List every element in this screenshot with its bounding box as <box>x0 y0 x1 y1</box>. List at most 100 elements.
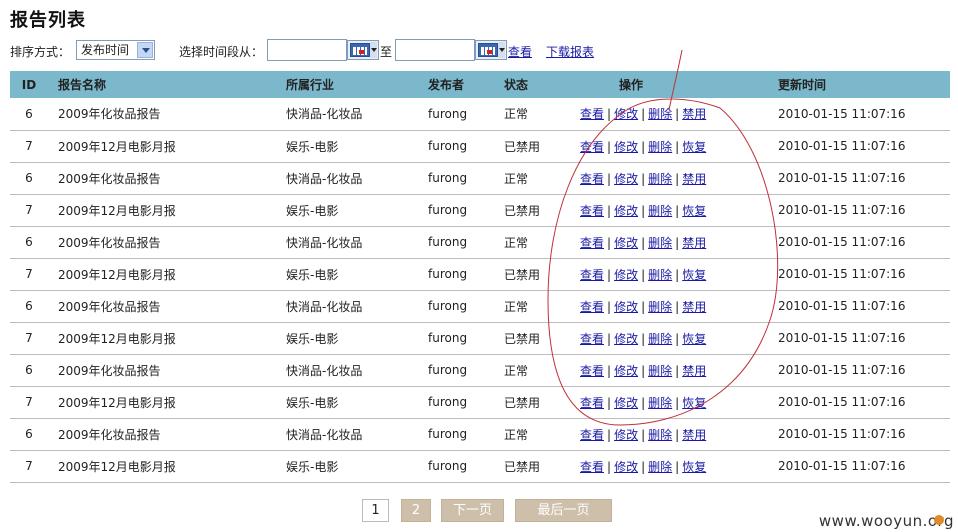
toggle-action-link[interactable]: 禁用 <box>682 236 706 250</box>
cell-status: 正常 <box>504 290 560 323</box>
cell-publisher: furong <box>428 98 504 131</box>
delete-action-link[interactable]: 删除 <box>648 172 672 186</box>
cell-status: 已禁用 <box>504 450 560 483</box>
edit-action-link[interactable]: 修改 <box>614 236 638 250</box>
edit-action-link[interactable]: 修改 <box>614 268 638 282</box>
delete-action-link[interactable]: 删除 <box>648 300 672 314</box>
toggle-action-link[interactable]: 恢复 <box>682 204 706 218</box>
view-action-link[interactable]: 查看 <box>580 396 604 410</box>
view-action-link[interactable]: 查看 <box>580 268 604 282</box>
next-page-button[interactable]: 下一页 <box>441 499 504 522</box>
pagination: 1 2 下一页 最后一页 <box>0 499 958 523</box>
cell-actions: 查看 | 修改 | 删除 | 禁用 <box>560 290 764 323</box>
cell-industry: 快消品-化妆品 <box>286 162 428 195</box>
cell-updated: 2010-01-15 11:07:16 <box>764 290 950 323</box>
date-to-input[interactable] <box>395 39 475 61</box>
view-action-link[interactable]: 查看 <box>580 172 604 186</box>
edit-action-link[interactable]: 修改 <box>614 107 638 121</box>
cell-name: 2009年12月电影月报 <box>48 130 286 163</box>
table-header-row: ID 报告名称 所属行业 发布者 状态 操作 更新时间 <box>10 71 950 98</box>
view-action-link[interactable]: 查看 <box>580 107 604 121</box>
cell-name: 2009年化妆品报告 <box>48 418 286 451</box>
table-row: 7 2009年12月电影月报 娱乐-电影 furong 已禁用 查看 | 修改 | 删除 | 恢复 20… <box>10 258 950 291</box>
cell-actions: 查看 | 修改 | 删除 | 恢复 <box>560 386 764 419</box>
view-link[interactable]: 查看 <box>508 43 532 60</box>
view-action-link[interactable]: 查看 <box>580 300 604 314</box>
page-title: 报告列表 <box>10 10 86 31</box>
report-table: ID 报告名称 所属行业 发布者 状态 操作 更新时间 6 2009年化妆品报告快… <box>10 71 950 483</box>
date-to-calendar-button[interactable] <box>475 40 507 60</box>
toggle-action-link[interactable]: 恢复 <box>682 140 706 154</box>
edit-action-link[interactable]: 修改 <box>614 332 638 346</box>
delete-action-link[interactable]: 删除 <box>648 204 672 218</box>
toggle-action-link[interactable]: 禁用 <box>682 172 706 186</box>
table-row: 6 2009年化妆品报告 快消品-化妆品 furong 正常 查看 | 修改 | 删除 | 禁用 201… <box>10 290 950 323</box>
view-action-link[interactable]: 查看 <box>580 236 604 250</box>
toggle-action-link[interactable]: 禁用 <box>682 107 706 121</box>
delete-action-link[interactable]: 删除 <box>648 236 672 250</box>
cell-name: 2009年化妆品报告 <box>48 98 286 131</box>
action-separator: | <box>641 331 646 346</box>
cell-actions: 查看 | 修改 | 删除 | 恢复 <box>560 450 764 483</box>
view-action-link[interactable]: 查看 <box>580 428 604 442</box>
cell-name: 2009年12月电影月报 <box>48 322 286 355</box>
edit-action-link[interactable]: 修改 <box>614 460 638 474</box>
delete-action-link[interactable]: 删除 <box>648 268 672 282</box>
cell-name: 2009年12月电影月报 <box>48 450 286 483</box>
toggle-action-link[interactable]: 恢复 <box>682 460 706 474</box>
toggle-action-link[interactable]: 禁用 <box>682 300 706 314</box>
toggle-action-link[interactable]: 禁用 <box>682 364 706 378</box>
delete-action-link[interactable]: 删除 <box>648 364 672 378</box>
view-action-link[interactable]: 查看 <box>580 332 604 346</box>
table-row: 6 2009年化妆品报告 快消品-化妆品 furong 正常 查看 | 修改 | 删除 | 禁用 201… <box>10 418 950 451</box>
download-report-link[interactable]: 下载报表 <box>546 43 594 60</box>
cell-publisher: furong <box>428 226 504 259</box>
delete-action-link[interactable]: 删除 <box>648 396 672 410</box>
view-action-link[interactable]: 查看 <box>580 364 604 378</box>
delete-action-link[interactable]: 删除 <box>648 460 672 474</box>
action-separator: | <box>641 267 646 282</box>
delete-action-link[interactable]: 删除 <box>648 140 672 154</box>
edit-action-link[interactable]: 修改 <box>614 396 638 410</box>
edit-action-link[interactable]: 修改 <box>614 364 638 378</box>
date-from-calendar-button[interactable] <box>347 40 379 60</box>
edit-action-link[interactable]: 修改 <box>614 172 638 186</box>
edit-action-link[interactable]: 修改 <box>614 300 638 314</box>
cell-name: 2009年12月电影月报 <box>48 194 286 227</box>
action-separator: | <box>675 427 680 442</box>
last-page-button[interactable]: 最后一页 <box>515 499 612 522</box>
cell-name: 2009年12月电影月报 <box>48 386 286 419</box>
cell-id: 7 <box>10 130 48 163</box>
chevron-down-icon <box>137 42 153 58</box>
view-action-link[interactable]: 查看 <box>580 460 604 474</box>
date-range-label: 选择时间段从： <box>179 45 264 59</box>
edit-action-link[interactable]: 修改 <box>614 428 638 442</box>
cell-publisher: furong <box>428 354 504 387</box>
cell-status: 正常 <box>504 98 560 131</box>
view-action-link[interactable]: 查看 <box>580 204 604 218</box>
view-action-link[interactable]: 查看 <box>580 140 604 154</box>
toggle-action-link[interactable]: 禁用 <box>682 428 706 442</box>
cell-id: 7 <box>10 450 48 483</box>
action-separator: | <box>641 203 646 218</box>
action-separator: | <box>607 171 612 186</box>
delete-action-link[interactable]: 删除 <box>648 332 672 346</box>
delete-action-link[interactable]: 删除 <box>648 107 672 121</box>
sort-label: 排序方式： <box>10 45 71 59</box>
action-separator: | <box>675 299 680 314</box>
toggle-action-link[interactable]: 恢复 <box>682 332 706 346</box>
cell-actions: 查看 | 修改 | 删除 | 禁用 <box>560 98 764 131</box>
page-2-button[interactable]: 2 <box>401 499 431 522</box>
delete-action-link[interactable]: 删除 <box>648 428 672 442</box>
action-separator: | <box>675 395 680 410</box>
cell-publisher: furong <box>428 258 504 291</box>
sort-select[interactable]: 发布时间 <box>76 40 155 60</box>
cell-industry: 快消品-化妆品 <box>286 290 428 323</box>
table-row: 7 2009年12月电影月报 娱乐-电影 furong 已禁用 查看 | 修改 | 删除 | 恢复 20… <box>10 130 950 163</box>
action-separator: | <box>641 395 646 410</box>
edit-action-link[interactable]: 修改 <box>614 140 638 154</box>
date-from-input[interactable] <box>267 39 347 61</box>
edit-action-link[interactable]: 修改 <box>614 204 638 218</box>
toggle-action-link[interactable]: 恢复 <box>682 396 706 410</box>
toggle-action-link[interactable]: 恢复 <box>682 268 706 282</box>
